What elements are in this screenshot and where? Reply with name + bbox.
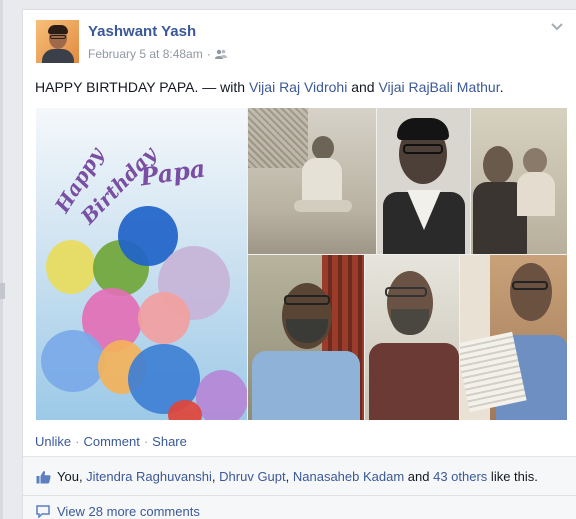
comment-link[interactable]: Comment <box>83 434 139 449</box>
likes-others-link[interactable]: 43 others <box>433 469 487 484</box>
friends-icon[interactable] <box>214 49 227 59</box>
view-more-comments-label[interactable]: View 28 more comments <box>57 504 200 519</box>
post-actions: Unlike · Comment · Share <box>35 434 187 449</box>
page-left-edge <box>0 0 3 519</box>
action-separator: · <box>143 434 149 449</box>
status-text: HAPPY BIRTHDAY PAPA. <box>35 79 199 95</box>
elder-reading-tile <box>460 255 567 420</box>
view-more-comments[interactable]: View 28 more comments <box>36 504 200 519</box>
likes-suffix: like this. <box>487 469 538 484</box>
baby-photo-tile <box>248 108 376 254</box>
balloon-violet <box>196 370 247 420</box>
tagged-person-2[interactable]: Vijai RajBali Mathur <box>378 79 499 95</box>
liker-2[interactable]: Dhruv Gupt <box>219 469 285 484</box>
chevron-down-icon[interactable] <box>550 22 564 32</box>
likes-comma: , <box>285 469 293 484</box>
with-text: — with <box>198 79 249 95</box>
photo-collage[interactable]: Happy Birthday Papa <box>36 108 567 420</box>
likes-sentence: You, Jitendra Raghuvanshi, Dhruv Gupt, N… <box>36 469 538 484</box>
likes-you: You, <box>57 469 87 484</box>
action-separator: · <box>75 434 80 449</box>
comment-bubble-icon <box>36 505 50 518</box>
post-status: HAPPY BIRTHDAY PAPA. — with Vijai Raj Vi… <box>35 79 503 95</box>
likes-divider <box>23 495 576 496</box>
left-edge-marker <box>0 283 5 299</box>
birthday-balloons-tile: Happy Birthday Papa <box>36 108 247 420</box>
share-link[interactable]: Share <box>152 434 187 449</box>
ufi-panel: You, Jitendra Raghuvanshi, Dhruv Gupt, N… <box>23 456 576 519</box>
elder-portrait-tile-1 <box>248 255 364 420</box>
balloon-peach <box>138 292 190 344</box>
young-portrait-tile <box>377 108 470 254</box>
meta-separator: · <box>206 47 211 61</box>
post-card: Yashwant Yash February 5 at 8:48am · HAP… <box>22 9 576 519</box>
elder-portrait-tile-2 <box>365 255 459 420</box>
likes-and: and <box>404 469 434 484</box>
and-text: and <box>347 79 379 95</box>
author-name[interactable]: Yashwant Yash <box>88 23 196 40</box>
author-avatar[interactable] <box>36 20 79 63</box>
balloon-yellow <box>46 240 96 294</box>
liker-1[interactable]: Jitendra Raghuvanshi <box>86 469 212 484</box>
balloon-lightblue <box>41 330 105 392</box>
father-child-tile <box>471 108 567 254</box>
thumbs-up-icon <box>36 470 51 483</box>
unlike-link[interactable]: Unlike <box>35 434 71 449</box>
liker-3[interactable]: Nanasaheb Kadam <box>293 469 404 484</box>
post-meta: February 5 at 8:48am · <box>88 47 227 61</box>
post-timestamp[interactable]: February 5 at 8:48am <box>88 47 203 61</box>
tagged-person-1[interactable]: Vijai Raj Vidrohi <box>249 79 347 95</box>
status-period: . <box>499 79 504 95</box>
